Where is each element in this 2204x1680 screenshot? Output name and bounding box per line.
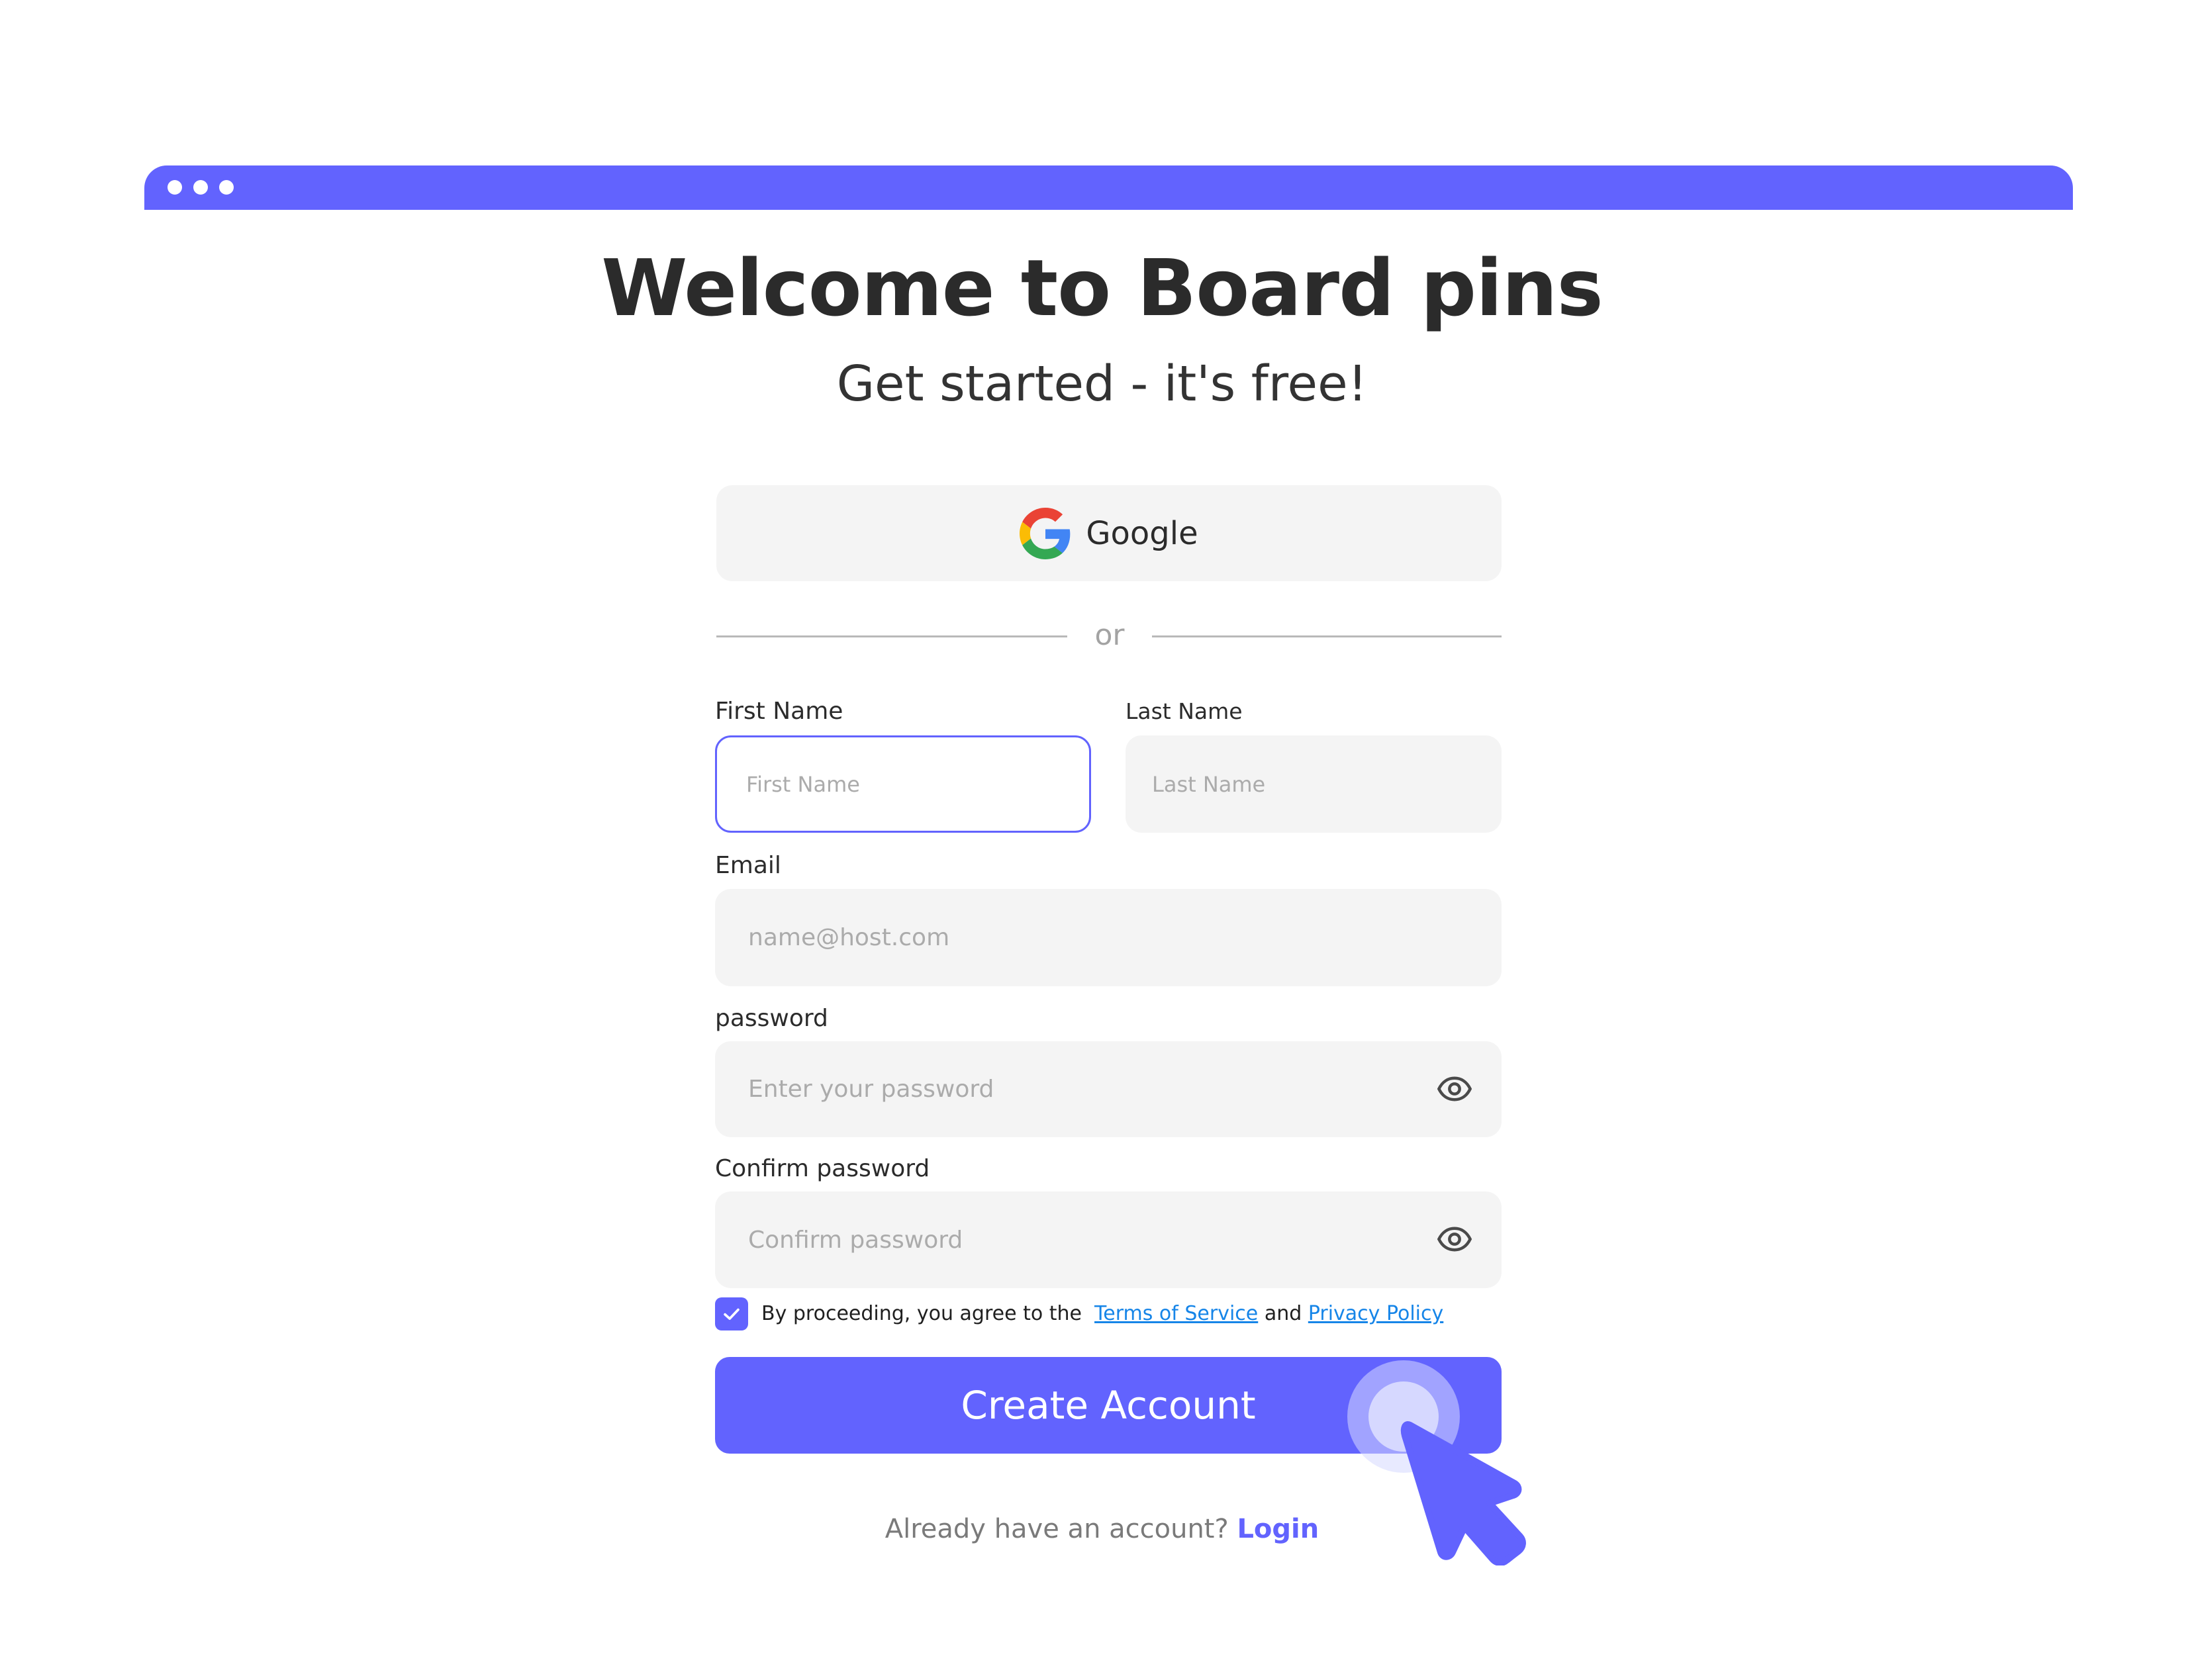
page-title: Welcome to Board pins (601, 242, 1604, 334)
google-button-label: Google (1086, 514, 1198, 552)
login-prompt-text: Already have an account? (885, 1514, 1229, 1544)
divider-or-text: or (1094, 618, 1125, 652)
first-name-input[interactable] (715, 735, 1091, 833)
last-name-label: Last Name (1126, 698, 1243, 724)
terms-of-service-link[interactable]: Terms of Service (1094, 1302, 1258, 1325)
window-control-dot[interactable] (219, 180, 234, 195)
password-label: password (715, 1005, 828, 1032)
divider-line-left (716, 635, 1067, 637)
page-subtitle: Get started - it's free! (836, 355, 1368, 412)
checkmark-icon (724, 1308, 740, 1320)
login-link[interactable]: Login (1237, 1514, 1319, 1544)
google-signin-button[interactable]: Google (716, 485, 1502, 581)
agreement-text: By proceeding, you agree to the Terms of… (761, 1296, 1443, 1332)
divider-line-right (1152, 635, 1502, 637)
eye-icon[interactable] (1437, 1071, 1472, 1107)
agreement-conjunction: and (1264, 1302, 1302, 1325)
login-prompt: Already have an account? Login (0, 1509, 2204, 1549)
confirm-password-label: Confirm password (715, 1155, 930, 1182)
email-input[interactable] (715, 889, 1502, 986)
password-input[interactable] (715, 1041, 1502, 1137)
first-name-label: First Name (715, 698, 843, 725)
browser-title-bar (144, 165, 2073, 210)
email-label: Email (715, 852, 781, 879)
last-name-input[interactable] (1126, 735, 1502, 833)
agree-checkbox[interactable] (715, 1297, 748, 1330)
eye-icon[interactable] (1437, 1221, 1472, 1257)
confirm-password-input[interactable] (715, 1191, 1502, 1288)
agreement-prefix: By proceeding, you agree to the (761, 1302, 1082, 1325)
privacy-policy-link[interactable]: Privacy Policy (1308, 1302, 1443, 1325)
window-control-dot[interactable] (193, 180, 208, 195)
window-control-dot[interactable] (168, 180, 182, 195)
google-logo-icon (1020, 507, 1071, 559)
